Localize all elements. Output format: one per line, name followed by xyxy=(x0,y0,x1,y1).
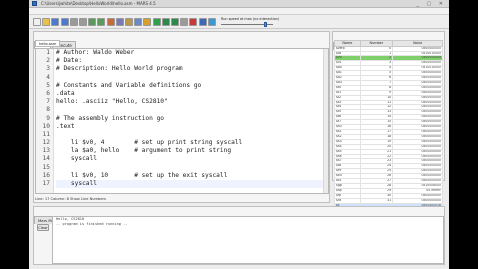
line-number: 15 xyxy=(42,163,50,171)
code-line[interactable]: .text xyxy=(56,123,328,131)
line-number: 7 xyxy=(46,98,50,106)
code-line[interactable] xyxy=(56,131,328,139)
pause-icon[interactable] xyxy=(180,18,189,26)
code-line[interactable] xyxy=(56,106,328,114)
code-line[interactable]: li $v0, 4 # set up print string syscall xyxy=(56,139,328,147)
save-icon[interactable] xyxy=(51,18,60,26)
line-number: 2 xyxy=(46,57,50,65)
line-number: 9 xyxy=(46,114,50,122)
code-line[interactable]: # Constants and Variable definitions go xyxy=(56,82,328,90)
code-lines[interactable]: # Author: Waldo Weber # Date: # Descriptio… xyxy=(56,49,328,189)
app-icon xyxy=(32,1,37,6)
run-icon[interactable] xyxy=(152,18,161,26)
line-number: 3 xyxy=(46,65,50,73)
window-controls[interactable]: _ ▢ ✕ xyxy=(416,1,446,7)
stop-icon[interactable] xyxy=(189,18,198,26)
toolbar: Run speed at max (no interaction) xyxy=(29,15,449,29)
code-line[interactable]: hello: .asciiz "Hello, CS2810" xyxy=(56,98,328,106)
run-speed-control[interactable]: Run speed at max (no interaction) xyxy=(221,17,291,28)
line-number: 17 xyxy=(42,180,50,187)
menu-bar: FileEditSettingsToolsHelp xyxy=(29,8,449,24)
step-icon[interactable] xyxy=(161,18,170,26)
code-line[interactable]: li $v0, 10 # set up the exit syscall xyxy=(56,172,328,180)
line-number: 14 xyxy=(42,155,50,163)
find-icon[interactable] xyxy=(134,18,143,26)
output-line: -- program is finished running -- xyxy=(56,222,128,226)
paste-icon[interactable] xyxy=(125,18,133,26)
code-line[interactable]: # The assembly instruction go xyxy=(56,115,328,123)
line-number: 12 xyxy=(42,139,50,147)
line-number: 16 xyxy=(42,171,50,179)
code-line[interactable]: .data xyxy=(56,90,328,98)
code-line[interactable]: syscall xyxy=(56,180,328,189)
line-number: 13 xyxy=(42,147,50,155)
cut-icon[interactable] xyxy=(106,18,115,26)
help-icon[interactable] xyxy=(207,18,216,26)
line-number: 6 xyxy=(46,89,50,97)
undo-icon[interactable] xyxy=(88,18,97,26)
run-speed-label: Run speed at max (no interaction) xyxy=(221,17,280,21)
registers-tabs: RegistersCoproc 1Coproc 0 xyxy=(333,32,444,50)
code-line[interactable]: syscall xyxy=(56,155,328,163)
code-line[interactable] xyxy=(56,74,328,82)
screen-border xyxy=(449,0,478,269)
reset-icon[interactable] xyxy=(198,18,207,26)
line-number: 1 xyxy=(46,49,50,56)
open-icon[interactable] xyxy=(42,18,51,26)
line-number: 10 xyxy=(42,122,50,130)
mars-window: C:\Users\jwhite\Desktop\HelloWorld\hello… xyxy=(29,0,449,269)
code-line[interactable]: # Description: Hello World program xyxy=(56,65,328,73)
run-io-output[interactable]: Hello, CS2810 -- program is finished runn… xyxy=(52,216,444,264)
line-numbers: 1 2 3 4 5 6 7 8 9 10 11 12 13 14 15 16 17 xyxy=(36,49,54,193)
window-title: C:\Users\jwhite\Desktop\HelloWorld\hello… xyxy=(41,1,156,6)
file-tab[interactable]: hello.asm xyxy=(35,40,61,47)
code-editor[interactable]: 1 2 3 4 5 6 7 8 9 10 11 12 13 14 15 16 17 # Author: Wald… xyxy=(35,48,329,194)
line-number: 5 xyxy=(46,81,50,89)
dump-icon[interactable] xyxy=(69,18,78,26)
line-number: 11 xyxy=(42,130,50,138)
assemble-icon[interactable] xyxy=(143,18,152,26)
editor-status: Line: 17 Column: 8 Show Line Numbers xyxy=(35,197,106,201)
save-all-icon[interactable] xyxy=(60,18,69,26)
print-icon[interactable] xyxy=(79,18,87,26)
code-line[interactable]: la $a0, hello # argument to print string xyxy=(56,147,328,155)
registers-panel: RegistersCoproc 1Coproc 0 NameNumberValu… xyxy=(332,31,445,219)
code-line[interactable]: # Date: xyxy=(56,57,328,65)
editor-panel: EditExecute hello.asm 123456789101112131… xyxy=(33,31,330,203)
copy-icon[interactable] xyxy=(115,18,124,26)
messages-tabs: Mars MessagesRun I/O xyxy=(34,207,444,224)
clear-button[interactable]: Clear xyxy=(37,224,49,231)
run-speed-slider-thumb[interactable] xyxy=(263,22,267,27)
messages-panel: Mars MessagesRun I/O Clear Hello, CS2810… xyxy=(33,206,445,265)
title-bar: C:\Users\jwhite\Desktop\HelloWorld\hello… xyxy=(29,0,449,8)
editor-tabs: EditExecute xyxy=(34,32,329,49)
code-line[interactable] xyxy=(56,164,328,172)
registers-table: Name Number Value $zero 0 0x00000000 $at 1 0x10… xyxy=(334,40,443,219)
redo-icon[interactable] xyxy=(97,18,106,26)
line-number: 8 xyxy=(46,106,50,114)
backstep-icon[interactable] xyxy=(171,18,179,26)
new-icon[interactable] xyxy=(33,18,41,26)
line-number: 4 xyxy=(46,73,50,81)
code-line[interactable]: # Author: Waldo Weber xyxy=(56,49,328,57)
editor-scrollbar[interactable] xyxy=(323,49,328,193)
